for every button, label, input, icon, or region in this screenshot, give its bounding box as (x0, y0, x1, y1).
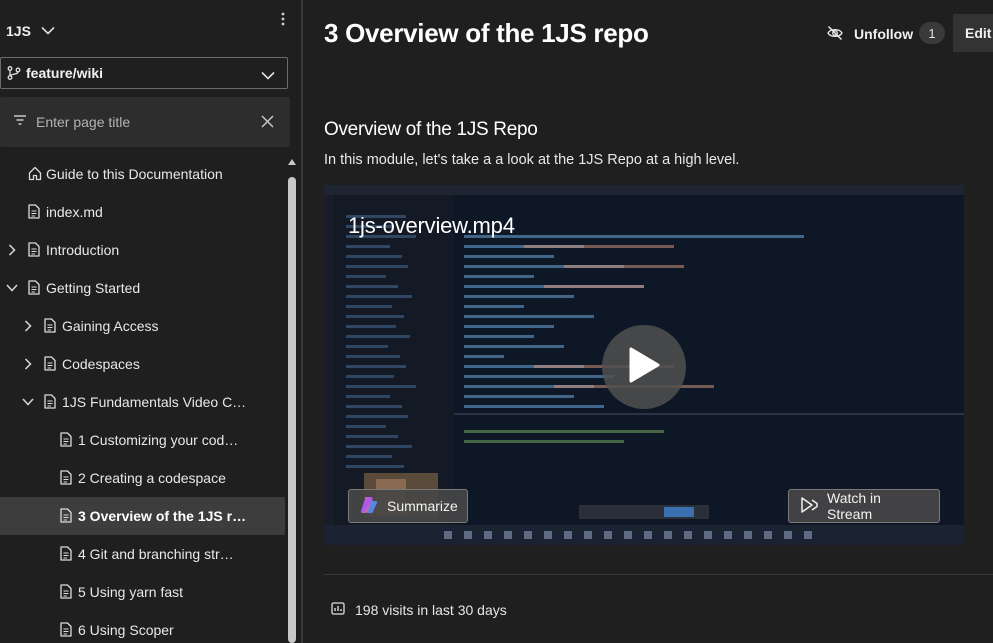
play-icon (627, 346, 661, 389)
tree-item-label: Codespaces (62, 356, 140, 372)
summarize-label: Summarize (387, 498, 458, 514)
sidebar-divider[interactable] (301, 0, 303, 643)
branch-dropdown[interactable]: feature/wiki (0, 57, 288, 89)
page-icon (60, 432, 74, 448)
page-title-filter-input[interactable] (36, 114, 246, 130)
divider (324, 574, 993, 575)
tree-item-label: 3 Overview of the 1JS r… (78, 508, 247, 524)
edit-button[interactable]: Edit (953, 14, 993, 52)
tree-item[interactable]: 6 Using Scoper (0, 611, 285, 643)
watch-in-stream-button[interactable]: Watch in Stream (788, 489, 940, 523)
tree-item[interactable]: Guide to this Documentation (0, 155, 285, 193)
more-options-icon[interactable] (281, 12, 285, 29)
tree-item[interactable]: Getting Started (0, 269, 285, 307)
sidebar-scrollbar[interactable] (285, 155, 299, 643)
chart-icon (330, 600, 346, 619)
tree-item-label: 1JS Fundamentals Video C… (62, 394, 247, 410)
page-filter (0, 97, 290, 147)
filter-icon (13, 113, 27, 131)
visits-label: 198 visits in last 30 days (355, 601, 507, 618)
stream-icon (799, 496, 819, 517)
chevron-right-icon[interactable] (5, 243, 19, 257)
unfollow-button[interactable]: Unfollow (826, 20, 913, 48)
chevron-right-icon[interactable] (21, 357, 35, 371)
chevron-down-icon (261, 67, 275, 85)
tree-item-label: 1 Customizing your cod… (78, 432, 239, 448)
chevron-down-icon[interactable] (21, 395, 35, 409)
copilot-icon (359, 495, 379, 518)
wiki-name: 1JS (6, 23, 31, 39)
tree-item[interactable]: Gaining Access (0, 307, 285, 345)
chevron-down-icon[interactable] (5, 281, 19, 295)
tree-item-label: Getting Started (46, 280, 141, 296)
tree-item-label: 2 Creating a codespace (78, 470, 226, 486)
tree-item-label: 4 Git and branching str… (78, 546, 234, 562)
page-icon (44, 356, 58, 372)
git-branch-icon (7, 66, 21, 80)
scroll-up-icon[interactable] (288, 159, 296, 165)
page-icon (28, 204, 42, 220)
page-visits: 198 visits in last 30 days (330, 600, 507, 619)
video-player[interactable]: 1js-overview.mp4 Summarize Watch in Stre… (324, 185, 964, 545)
tree-item[interactable]: 4 Git and branching str… (0, 535, 285, 573)
branch-name: feature/wiki (26, 65, 104, 81)
tree-item[interactable]: 3 Overview of the 1JS r… (0, 497, 285, 535)
tree-item-label: 6 Using Scoper (78, 622, 174, 638)
page-icon (28, 280, 42, 296)
tree-item-label: index.md (46, 204, 103, 220)
tree-item[interactable]: 1JS Fundamentals Video C… (0, 383, 285, 421)
page-icon (60, 584, 74, 600)
close-icon[interactable] (261, 115, 274, 133)
play-button[interactable] (602, 325, 686, 409)
home-icon (28, 166, 42, 182)
tree-item[interactable]: Introduction (0, 231, 285, 269)
tree-item-label: Guide to this Documentation (46, 166, 223, 182)
chevron-down-icon (41, 22, 55, 40)
watch-in-stream-label: Watch in Stream (827, 490, 881, 522)
page-icon (28, 242, 42, 258)
page-title: 3 Overview of the 1JS repo (324, 18, 649, 48)
page-icon (60, 622, 74, 638)
eye-slash-icon (826, 25, 844, 44)
page-icon (44, 394, 58, 410)
page-icon (60, 546, 74, 562)
section-heading: Overview of the 1JS Repo (324, 119, 538, 140)
scrollbar-thumb[interactable] (288, 177, 296, 643)
tree-item[interactable]: 5 Using yarn fast (0, 573, 285, 611)
page-icon (60, 508, 74, 524)
tree-item[interactable]: 1 Customizing your cod… (0, 421, 285, 459)
tree-item[interactable]: index.md (0, 193, 285, 231)
tree-item-label: Gaining Access (62, 318, 159, 334)
chevron-right-icon[interactable] (21, 319, 35, 333)
tree-item[interactable]: Codespaces (0, 345, 285, 383)
summarize-button[interactable]: Summarize (348, 489, 468, 523)
follower-count-badge: 1 (919, 22, 945, 44)
tree-item[interactable]: 2 Creating a codespace (0, 459, 285, 497)
page-icon (60, 470, 74, 486)
intro-paragraph: In this module, let's take a a look at t… (324, 152, 740, 168)
page-tree: Guide to this Documentation index.md Intro… (0, 155, 285, 643)
page-icon (44, 318, 58, 334)
tree-item-label: 5 Using yarn fast (78, 584, 184, 600)
unfollow-label: Unfollow (854, 26, 914, 42)
sidebar: 1JS feature/wiki Guide to this D (0, 0, 301, 643)
video-filename: 1js-overview.mp4 (348, 213, 515, 238)
tree-item-label: Introduction (46, 242, 120, 258)
wiki-selector[interactable]: 1JS (0, 12, 290, 50)
